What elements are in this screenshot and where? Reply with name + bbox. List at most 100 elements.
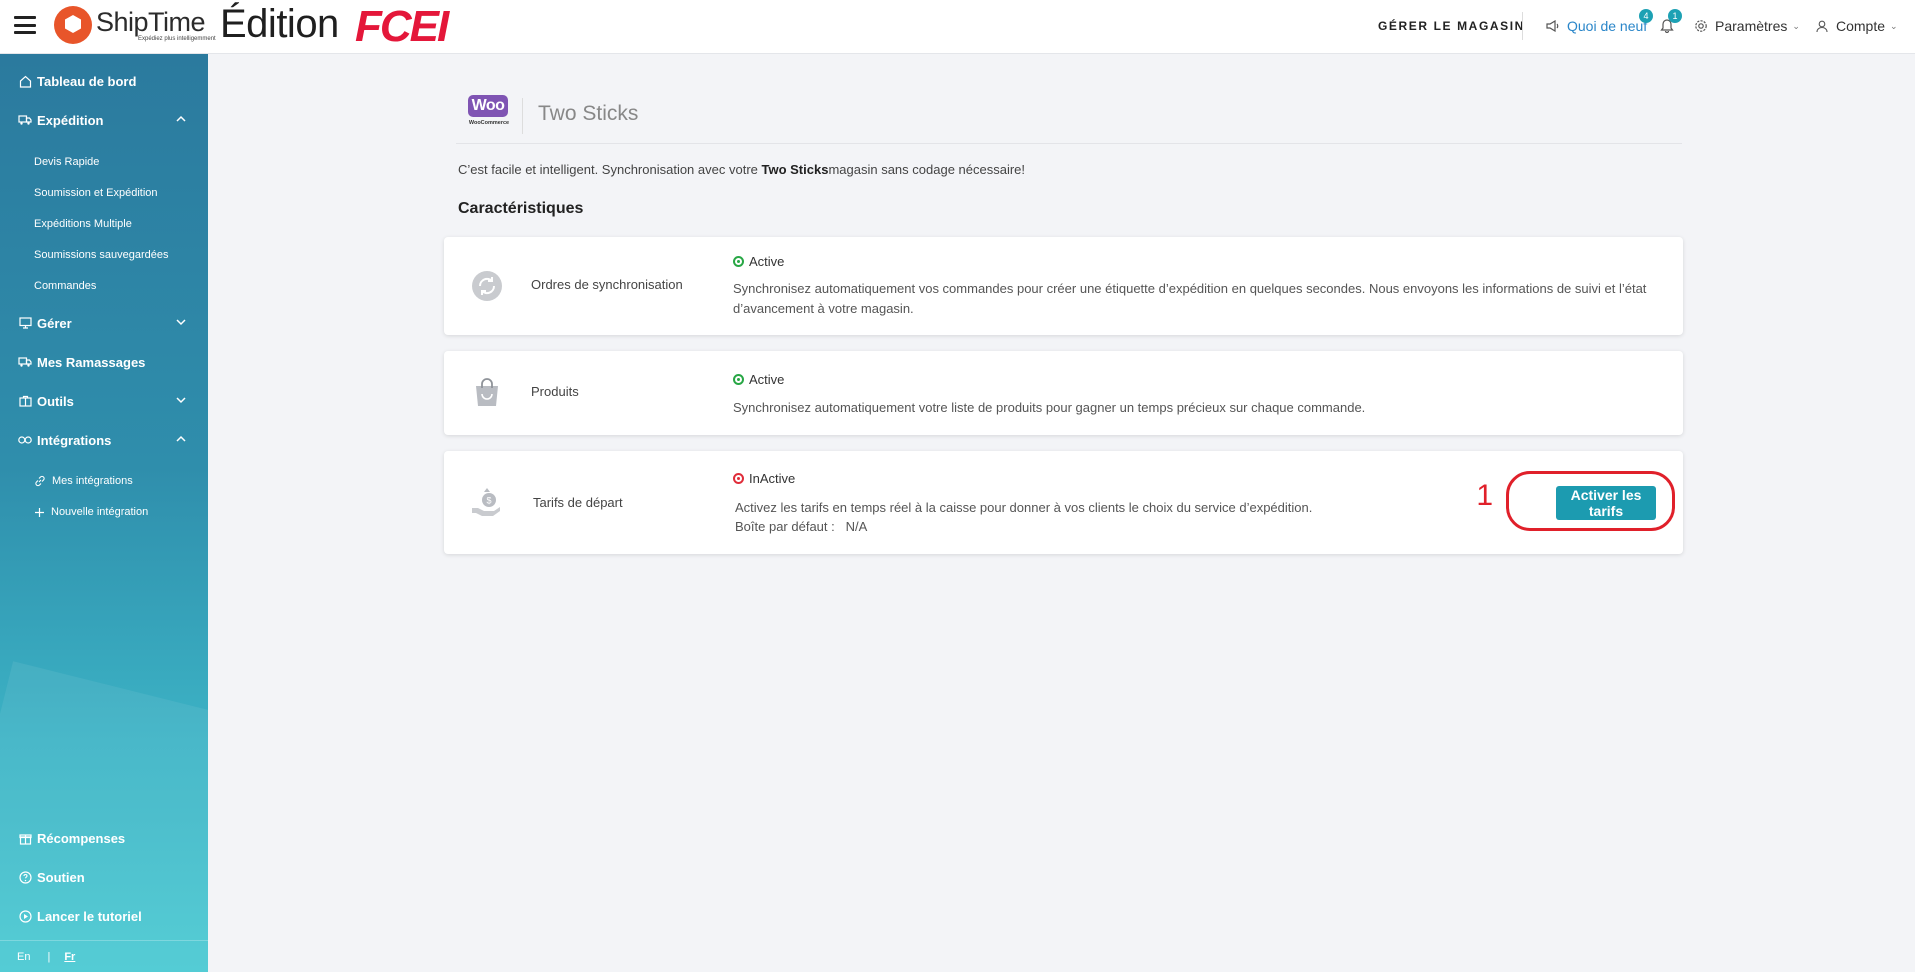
sidebar: Tableau de bord Expédition Devis Rapide … — [0, 54, 208, 972]
shiptime-logo[interactable]: ShipTime Expédiez plus intelligemment — [54, 6, 216, 44]
truck-icon — [18, 355, 32, 369]
chevron-down-icon — [176, 319, 186, 326]
annotation-step-number: 1 — [1476, 479, 1493, 512]
sidebar-subitem-new-integration[interactable]: Nouvelle intégration — [34, 506, 148, 518]
feature-card-products: Produits Active Synchronisez automatique… — [444, 351, 1683, 435]
lang-separator: | — [47, 950, 51, 963]
store-name: Two Sticks — [538, 102, 639, 125]
truck-icon — [18, 113, 32, 127]
status-label: Active — [749, 254, 785, 269]
top-bar: ShipTime Expédiez plus intelligemment Éd… — [0, 0, 1915, 54]
sidebar-item-dashboard[interactable]: Tableau de bord — [0, 66, 208, 96]
sidebar-item-label: Récompenses — [37, 830, 126, 846]
chevron-down-icon: ⌄ — [1890, 20, 1898, 31]
sidebar-item-label: Tableau de bord — [37, 73, 137, 89]
sidebar-item-tutorial[interactable]: Lancer le tutoriel — [0, 901, 208, 931]
status-badge: Active — [733, 254, 784, 269]
monitor-icon — [18, 316, 32, 330]
intro-after: magasin sans codage nécessaire! — [828, 162, 1026, 177]
sidebar-item-label: Intégrations — [37, 432, 112, 448]
play-circle-icon — [18, 909, 32, 923]
sidebar-subitem-label: Mes intégrations — [52, 475, 133, 487]
sidebar-item-pickups[interactable]: Mes Ramassages — [0, 347, 208, 377]
shopping-bag-icon — [476, 378, 498, 406]
sidebar-subitem-multiple-shipments[interactable]: Expéditions Multiple — [34, 218, 132, 230]
logo-name: ShipTime — [96, 7, 206, 37]
feature-description: Synchronisez automatiquement vos command… — [733, 281, 1647, 316]
chevron-up-icon — [176, 115, 186, 122]
feature-name: Produits — [531, 384, 579, 399]
chevron-down-icon — [176, 397, 186, 404]
store-header: Woo WooCommerce Two Sticks — [456, 84, 1682, 144]
account-label: Compte — [1836, 18, 1886, 34]
default-box-label: Boîte par défaut : — [735, 519, 835, 534]
manage-store-link[interactable]: GÉRER LE MAGASIN — [1378, 19, 1525, 33]
notifications-badge: 1 — [1668, 9, 1682, 23]
woocommerce-logo-text: WooCommerce — [468, 120, 510, 126]
sidebar-item-integrations[interactable]: Intégrations — [0, 425, 208, 455]
chevron-up-icon — [176, 435, 186, 442]
sync-icon — [472, 271, 502, 301]
logo-tagline: Expédiez plus intelligemment — [138, 36, 216, 42]
sidebar-item-rewards[interactable]: Récompenses — [0, 823, 208, 853]
status-label: Active — [749, 372, 785, 387]
feature-name: Tarifs de départ — [533, 495, 623, 510]
menu-toggle-icon[interactable] — [14, 16, 36, 34]
home-icon — [18, 74, 32, 88]
sidebar-item-shipping[interactable]: Expédition — [0, 105, 208, 135]
store-header-divider — [522, 98, 523, 134]
status-label: InActive — [749, 471, 796, 486]
sidebar-item-manage[interactable]: Gérer — [0, 308, 208, 338]
sidebar-subitem-orders[interactable]: Commandes — [34, 280, 96, 292]
account-menu[interactable]: Compte ⌄ — [1816, 18, 1898, 34]
link-icon — [18, 433, 32, 447]
intro-store-name: Two Sticks — [761, 162, 829, 177]
features-title: Caractéristiques — [458, 200, 584, 217]
status-badge: InActive — [733, 471, 795, 486]
fcei-brand: FCEI — [355, 2, 449, 51]
feature-name: Ordres de synchronisation — [531, 277, 683, 292]
sidebar-item-support[interactable]: Soutien — [0, 862, 208, 892]
header-divider — [1522, 12, 1523, 40]
megaphone-icon — [1546, 20, 1559, 32]
settings-menu[interactable]: Paramètres ⌄ — [1694, 18, 1800, 34]
help-circle-icon — [18, 870, 32, 884]
gift-icon — [18, 831, 32, 845]
status-inactive-icon — [733, 473, 744, 484]
status-active-icon — [733, 256, 744, 267]
chevron-down-icon: ⌄ — [1792, 20, 1800, 31]
sidebar-item-tools[interactable]: Outils — [0, 386, 208, 416]
briefcase-icon — [18, 394, 32, 408]
lang-en-link[interactable]: En — [17, 951, 30, 963]
feature-card-sync-orders: Ordres de synchronisation Active Synchro… — [444, 237, 1683, 335]
default-box-value: N/A — [845, 519, 868, 534]
language-switcher: En | Fr — [0, 940, 208, 972]
sidebar-item-label: Gérer — [37, 315, 72, 331]
shiptime-logo-icon — [54, 6, 92, 44]
intro-text: C’est facile et intelligent. Synchronisa… — [458, 162, 1025, 177]
sidebar-item-label: Expédition — [37, 112, 104, 128]
sidebar-item-label: Outils — [37, 393, 74, 409]
sidebar-item-label: Mes Ramassages — [37, 354, 146, 370]
woocommerce-logo: Woo WooCommerce — [468, 95, 510, 129]
plus-icon — [34, 507, 45, 518]
edition-label: Édition — [220, 2, 339, 46]
activate-rates-button[interactable]: Activer les tarifs — [1556, 486, 1656, 520]
feature-description: Synchronisez automatiquement votre liste… — [733, 400, 1366, 415]
gear-icon — [1695, 20, 1707, 32]
lang-fr-link[interactable]: Fr — [64, 951, 75, 963]
user-icon — [1816, 20, 1828, 32]
whats-new-badge: 4 — [1639, 9, 1653, 23]
status-active-icon — [733, 374, 744, 385]
money-bag-hand-icon: $ — [472, 488, 500, 516]
sidebar-item-label: Lancer le tutoriel — [37, 908, 142, 924]
sidebar-subitem-quick-quote[interactable]: Devis Rapide — [34, 156, 99, 168]
sidebar-subitem-my-integrations[interactable]: Mes intégrations — [34, 475, 133, 487]
sidebar-subitem-submission-shipping[interactable]: Soumission et Expédition — [34, 187, 158, 199]
status-badge: Active — [733, 372, 784, 387]
link-icon — [34, 475, 46, 487]
sidebar-subitem-saved-submissions[interactable]: Soumissions sauvegardées — [34, 249, 169, 261]
whats-new-link[interactable]: Quoi de neuf — [1546, 18, 1647, 34]
settings-label: Paramètres — [1715, 18, 1788, 34]
feature-card-shipping-rates: $ Tarifs de départ InActive Activez les … — [444, 451, 1683, 554]
